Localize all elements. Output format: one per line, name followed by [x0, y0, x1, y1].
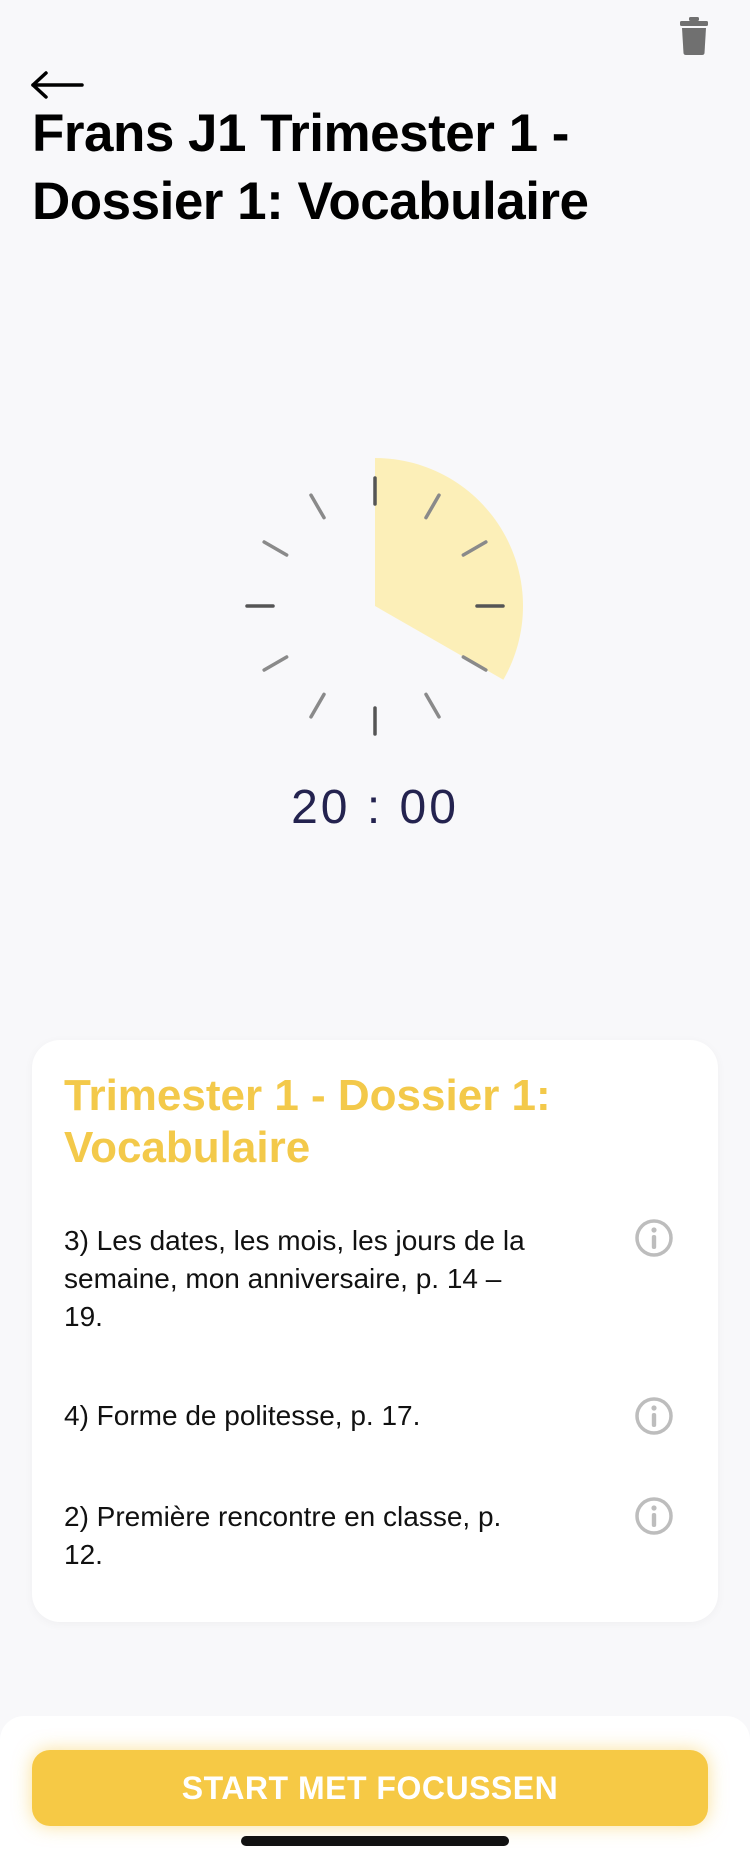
topic-card: Trimester 1 - Dossier 1: Vocabulaire 3) … — [32, 1040, 718, 1622]
timer-dial — [245, 458, 523, 736]
timer-tick — [309, 493, 326, 520]
topic-item-text: 2) Première rencontre en classe, p. 12. — [64, 1501, 502, 1570]
topic-item-text: 4) Forme de politesse, p. 17. — [64, 1400, 421, 1431]
timer-tick — [262, 655, 289, 672]
timer-tick — [309, 692, 326, 719]
page-title: Frans J1 Trimester 1 - Dossier 1: Vocabu… — [32, 104, 589, 231]
timer-progress-wedge — [375, 458, 523, 680]
info-icon[interactable] — [634, 1218, 674, 1258]
trash-icon[interactable] — [678, 16, 710, 56]
info-icon[interactable] — [634, 1396, 674, 1436]
topic-item-text: 3) Les dates, les mois, les jours de la … — [64, 1225, 525, 1332]
card-title: Trimester 1 - Dossier 1: Vocabulaire — [64, 1071, 551, 1172]
info-icon[interactable] — [634, 1496, 674, 1536]
timer-display: 20 : 00 — [291, 781, 459, 834]
home-indicator — [241, 1836, 509, 1846]
timer-tick — [424, 692, 441, 719]
arrow-left-icon[interactable] — [30, 70, 84, 100]
start-focus-button[interactable]: START MET FOCUSSEN — [32, 1750, 708, 1826]
timer-tick — [262, 540, 289, 557]
